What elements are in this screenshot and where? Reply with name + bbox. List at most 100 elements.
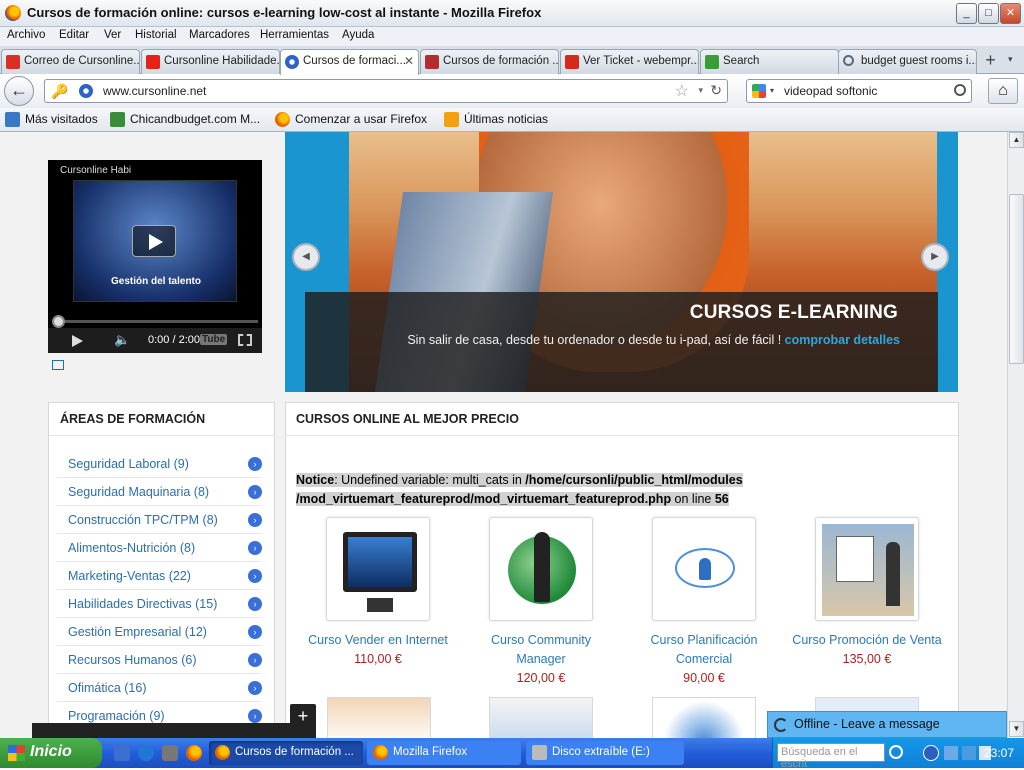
new-tab-button[interactable]: + [978,49,1003,74]
back-button[interactable]: ← [4,76,34,106]
bookmark-ultimas-noticias[interactable]: Últimas noticias [444,112,548,127]
page-scrollbar[interactable]: ▲ ▼ [1007,132,1024,738]
product-name[interactable]: Curso Promoción de Venta [792,631,942,650]
popout-icon[interactable] [52,360,64,370]
product-card[interactable]: Curso Promoción de Venta 135,00 € [792,517,942,669]
close-button[interactable]: ✕ [1000,3,1021,24]
minimize-button[interactable]: _ [956,3,977,24]
close-tab-icon[interactable]: ✕ [404,54,414,68]
task-disco-extraible[interactable]: Disco extraíble (E:) [526,741,684,765]
arrow-right-icon[interactable]: › [248,625,262,639]
product-image-partial[interactable] [327,697,431,738]
search-icon[interactable] [954,84,966,96]
sidebar-item-alimentos[interactable]: Alimentos-Nutrición (8) › [57,534,262,562]
sidebar-item-label[interactable]: Seguridad Maquinaria (8) [68,485,209,499]
media-player-icon[interactable] [162,745,178,761]
arrow-right-icon[interactable]: › [248,709,262,723]
home-button[interactable]: ⌂ [988,78,1018,104]
start-button[interactable]: Inicio [0,738,102,768]
menu-historial[interactable]: Historial [135,29,177,41]
engine-chevron-icon[interactable]: ▾ [770,86,774,95]
arrow-right-icon[interactable]: › [248,513,262,527]
network-icon[interactable] [944,746,958,760]
tab-ticket[interactable]: Ver Ticket - webempr... [560,49,699,74]
tab-cursos-active[interactable]: Cursos de formaci... ✕ [280,49,419,75]
banner-prev-arrow-icon[interactable]: ◀ [292,243,320,271]
banner-details-link[interactable]: comprobar detalles [785,333,900,347]
tab-list-chevron-icon[interactable]: ▾ [1008,54,1013,65]
sidebar-item-label[interactable]: Seguridad Laboral (9) [68,457,189,471]
tab-cursos-2[interactable]: Cursos de formación ... [420,49,559,74]
menu-ver[interactable]: Ver [104,29,121,41]
product-name[interactable]: Curso Community Manager [466,631,616,669]
safely-remove-icon[interactable] [962,746,976,760]
sidebar-item-recursos[interactable]: Recursos Humanos (6) › [57,646,262,674]
volume-icon[interactable]: 🔈 [114,332,130,348]
sidebar-item-label[interactable]: Ofimática (16) [68,681,147,695]
sidebar-item-label[interactable]: Recursos Humanos (6) [68,653,197,667]
url-history-chevron-icon[interactable]: ▾ [698,85,703,96]
scroll-up-icon[interactable]: ▲ [1009,132,1024,148]
menu-ayuda[interactable]: Ayuda [342,29,374,41]
maximize-button[interactable]: □ [978,3,999,24]
bookmark-star-icon[interactable]: ☆ [675,81,689,101]
task-cursos-firefox[interactable]: Cursos de formación ... [209,741,363,765]
product-image-monitor-money[interactable] [326,517,430,621]
youtube-logo[interactable]: Tube [200,334,228,345]
sidebar-item-label[interactable]: Marketing-Ventas (22) [68,569,191,583]
search-input[interactable]: videopad softonic [784,84,877,98]
sidebar-item-construccion[interactable]: Construcción TPC/TPM (8) › [57,506,262,534]
plus-button[interactable]: + [290,704,316,730]
play-icon[interactable] [132,225,176,257]
menu-herramientas[interactable]: Herramientas [260,29,329,41]
tab-budget[interactable]: budget guest rooms i... [838,49,977,74]
seek-handle[interactable] [52,315,65,328]
video-seek-bar[interactable] [52,315,258,328]
product-image-globe-person[interactable] [489,517,593,621]
url-bar[interactable]: 🔑 www.cursonline.net ☆ ▾ ↻ [44,79,728,103]
product-image-partial[interactable] [652,697,756,738]
sidebar-item-seguridad-maquinaria[interactable]: Seguridad Maquinaria (8) › [57,478,262,506]
arrow-right-icon[interactable]: › [248,457,262,471]
show-desktop-icon[interactable] [114,745,130,761]
sidebar-item-label[interactable]: Programación (9) [68,709,165,723]
arrow-right-icon[interactable]: › [248,541,262,555]
chat-label[interactable]: Offline - Leave a message [794,717,940,731]
sidebar-item-ofimatica[interactable]: Ofimática (16) › [57,674,262,702]
scrollbar-thumb[interactable] [1009,194,1024,364]
sidebar-item-label[interactable]: Alimentos-Nutrición (8) [68,541,195,555]
tray-arrow-icon[interactable] [923,745,939,761]
sidebar-item-habilidades[interactable]: Habilidades Directivas (15) › [57,590,262,618]
sidebar-item-gestion[interactable]: Gestión Empresarial (12) › [57,618,262,646]
play-button-icon[interactable] [72,335,83,347]
product-name[interactable]: Curso Planificación Comercial [629,631,779,669]
menu-marcadores[interactable]: Marcadores [189,29,250,41]
sidebar-item-label[interactable]: Gestión Empresarial (12) [68,625,207,639]
arrow-right-icon[interactable]: › [248,485,262,499]
url-text[interactable]: www.cursonline.net [103,84,206,98]
arrow-right-icon[interactable]: › [248,597,262,611]
sidebar-item-marketing[interactable]: Marketing-Ventas (22) › [57,562,262,590]
arrow-right-icon[interactable]: › [248,569,262,583]
tab-youtube[interactable]: Cursonline Habilidade... [141,49,280,74]
search-box[interactable]: ▾ videopad softonic [746,79,972,103]
internet-explorer-icon[interactable] [138,745,154,761]
sidebar-item-label[interactable]: Construcción TPC/TPM (8) [68,513,218,527]
fullscreen-icon[interactable] [238,334,252,346]
arrow-right-icon[interactable]: › [248,681,262,695]
product-card[interactable]: Curso Vender en Internet 110,00 € [303,517,453,669]
identity-key-icon[interactable]: 🔑 [51,83,68,100]
firefox-quicklaunch-icon[interactable] [186,745,202,761]
sidebar-item-label[interactable]: Habilidades Directivas (15) [68,597,217,611]
product-card[interactable]: Curso Community Manager 120,00 € [466,517,616,688]
tab-correo[interactable]: Correo de Cursonline... [1,49,140,74]
bookmark-chicandbudget[interactable]: Chicandbudget.com M... [110,112,260,127]
menu-editar[interactable]: Editar [59,29,89,41]
product-image-presenter[interactable] [815,517,919,621]
product-image-network-people[interactable] [652,517,756,621]
reload-icon[interactable]: ↻ [710,82,722,99]
video-player[interactable]: Cursonline Habi Gestión del talento 🔈 0:… [48,160,262,353]
desktop-search-input[interactable]: Búsqueda en el escrit [777,743,885,770]
video-thumbnail[interactable]: Gestión del talento [73,180,237,302]
bookmark-comenzar-firefox[interactable]: Comenzar a usar Firefox [275,112,427,127]
